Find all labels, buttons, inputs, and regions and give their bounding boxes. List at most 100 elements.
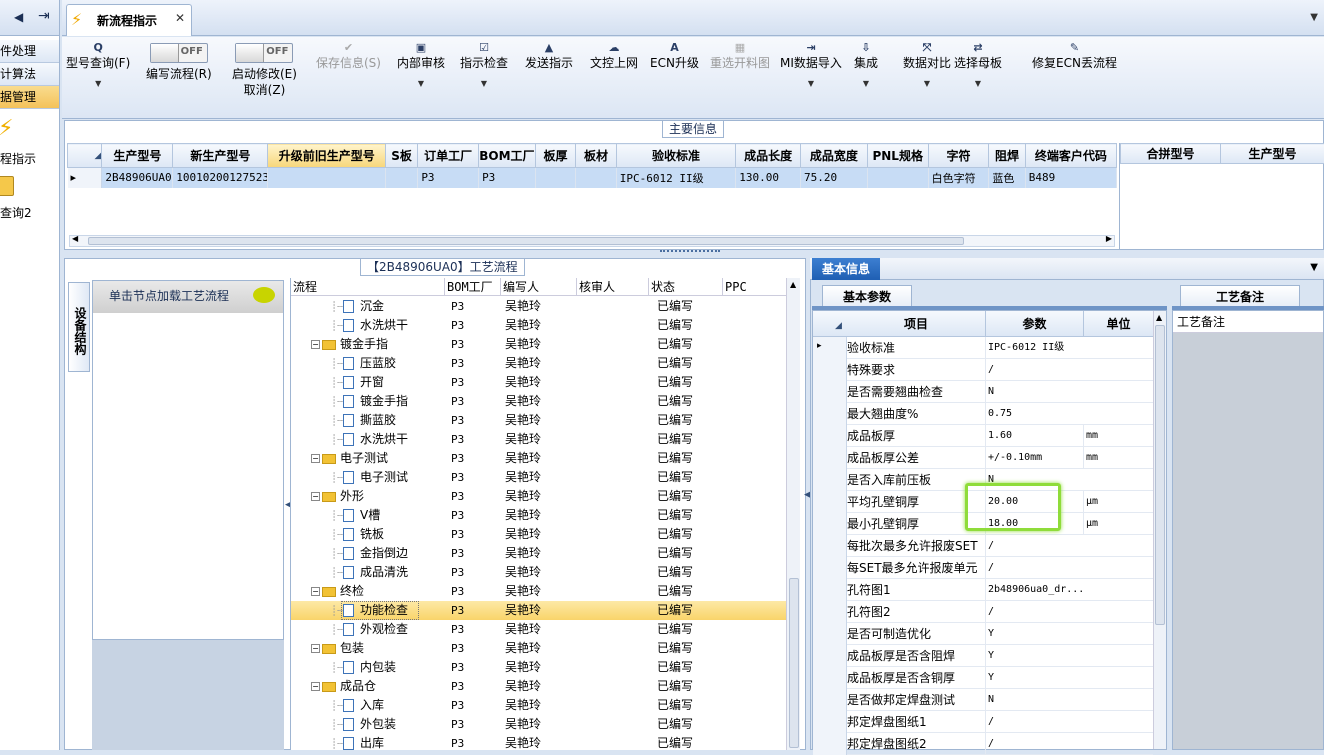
param-row[interactable]: 每批次最多允许报废SET / — [813, 535, 1153, 557]
tree-row[interactable]: ┊┄开窗 P3 吴艳玲 已编写 — [291, 373, 787, 392]
tree-row[interactable]: ┊┄铣板 P3 吴艳玲 已编写 — [291, 525, 787, 544]
main-cell-9[interactable]: 130.00 — [736, 168, 801, 188]
param-row[interactable]: 是否需要翘曲检查 N — [813, 381, 1153, 403]
tree-node[interactable]: ┊┄金指倒边 — [331, 544, 408, 563]
param-value[interactable]: Y — [985, 645, 1083, 667]
tree-col-4[interactable]: 状态 — [649, 278, 723, 296]
toolbar-button-10[interactable]: ⇥MI数据导入▼ — [780, 37, 842, 88]
tree-row[interactable]: −成品仓 P3 吴艳玲 已编写 — [291, 677, 787, 696]
tree-row[interactable]: ┊┄成品清洗 P3 吴艳玲 已编写 — [291, 563, 787, 582]
scroll-thumb[interactable] — [1155, 325, 1165, 625]
toolbar-button-6[interactable]: ▲发送指示 — [525, 37, 573, 71]
tree-row[interactable]: ┊┄压蓝胶 P3 吴艳玲 已编写 — [291, 354, 787, 373]
main-cell-14[interactable]: B489 — [1025, 168, 1116, 188]
tab-process-notes[interactable]: 工艺备注 — [1180, 285, 1300, 307]
main-col-4[interactable]: 订单工厂 — [418, 144, 479, 168]
tab-basic-params[interactable]: 基本参数 — [822, 285, 912, 307]
main-col-14[interactable]: 终端客户代码 — [1025, 144, 1116, 168]
pin-icon[interactable]: ⇥ — [38, 8, 50, 24]
main-col-1[interactable]: 新生产型号 — [173, 144, 268, 168]
collapse-icon[interactable]: − — [311, 454, 320, 463]
toolbar-button-8[interactable]: AECN升级 — [650, 37, 699, 71]
main-data-row[interactable]: ▸ 2B48906UA010010200127523P3P3IPC-6012 I… — [68, 168, 1117, 188]
tree-row[interactable]: ┊┄水洗烘干 P3 吴艳玲 已编写 — [291, 316, 787, 335]
scroll-thumb[interactable] — [88, 237, 964, 245]
tree-node[interactable]: ┊┄压蓝胶 — [331, 354, 396, 373]
tree-row[interactable]: −终检 P3 吴艳玲 已编写 — [291, 582, 787, 601]
tree-row[interactable]: −镀金手指 P3 吴艳玲 已编写 — [291, 335, 787, 354]
main-cell-7[interactable] — [576, 168, 617, 188]
nav-link-query[interactable]: 查询2 — [0, 204, 32, 221]
tree-node[interactable]: ┊┄开窗 — [331, 373, 384, 392]
main-col-12[interactable]: 字符 — [928, 144, 989, 168]
main-col-7[interactable]: 板材 — [576, 144, 617, 168]
tree-row[interactable]: −外形 P3 吴艳玲 已编写 — [291, 487, 787, 506]
main-col-13[interactable]: 阻焊 — [989, 144, 1025, 168]
tree-row[interactable]: ┊┄水洗烘干 P3 吴艳玲 已编写 — [291, 430, 787, 449]
main-cell-4[interactable]: P3 — [418, 168, 479, 188]
tree-col-0[interactable]: 流程 — [291, 278, 445, 296]
toolbar-button-11[interactable]: ⇩集成▼ — [854, 37, 878, 88]
tree-node[interactable]: −镀金手指 — [311, 335, 388, 354]
main-col-2[interactable]: 升级前旧生产型号 — [268, 144, 385, 168]
tab-device-structure[interactable]: 设备结构 — [68, 282, 90, 372]
tree-node[interactable]: ┊┄外包装 — [331, 715, 396, 734]
toolbar-button-0[interactable]: Q型号查询(F)▼ — [66, 37, 130, 88]
param-value[interactable]: 1.60 — [985, 425, 1083, 447]
tree-row[interactable]: ┊┄镀金手指 P3 吴艳玲 已编写 — [291, 392, 787, 411]
tree-row[interactable]: −电子测试 P3 吴艳玲 已编写 — [291, 449, 787, 468]
tree-node[interactable]: −外形 — [311, 487, 364, 506]
lightning-icon[interactable]: ⚡ — [0, 116, 13, 141]
param-value[interactable]: / — [985, 557, 1083, 579]
tab-basic-info[interactable]: 基本信息 — [812, 258, 880, 280]
nav-item-1[interactable]: 计算法 — [0, 63, 59, 86]
param-value[interactable]: / — [985, 711, 1083, 733]
param-value[interactable]: / — [985, 601, 1083, 623]
tab-new-flow[interactable]: ⚡ 新流程指示 ✕ — [66, 4, 192, 36]
tree-row[interactable]: ┊┄内包装 P3 吴艳玲 已编写 — [291, 658, 787, 677]
toolbar-button-7[interactable]: ☁文控上网 — [590, 37, 638, 71]
param-row[interactable]: 孔符图1 2b48906ua0_dr... — [813, 579, 1153, 601]
toggle-switch[interactable]: OFF — [150, 43, 208, 63]
param-row[interactable]: 是否做邦定焊盘测试 N — [813, 689, 1153, 711]
main-col-0[interactable]: 生产型号 — [102, 144, 173, 168]
tree-node[interactable]: ┊┄水洗烘干 — [331, 316, 408, 335]
toolbar-button-14[interactable]: ✎修复ECN丢流程 — [1032, 37, 1117, 71]
close-icon[interactable]: ✕ — [175, 11, 185, 25]
param-row[interactable]: 成品板厚是否含铜厚 Y — [813, 667, 1153, 689]
toolbar-button-12[interactable]: ⤧数据对比▼ — [903, 37, 951, 88]
param-value[interactable]: Y — [985, 623, 1083, 645]
main-col-10[interactable]: 成品宽度 — [801, 144, 868, 168]
folder-search-icon[interactable] — [0, 176, 14, 196]
param-value[interactable]: N — [985, 381, 1083, 403]
main-col-3[interactable]: S板 — [385, 144, 417, 168]
param-value[interactable]: IPC-6012 II级 — [985, 337, 1083, 359]
tree-row[interactable]: ┊┄外观检查 P3 吴艳玲 已编写 — [291, 620, 787, 639]
dropdown-icon[interactable]: ▼ — [1310, 262, 1318, 273]
toolbar-button-3[interactable]: ✔保存信息(S) — [316, 37, 381, 71]
tree-node[interactable]: −终检 — [311, 582, 364, 601]
tree-row[interactable]: ┊┄出库 P3 吴艳玲 已编写 — [291, 734, 787, 753]
splitter-handle[interactable] — [660, 250, 720, 256]
main-cell-10[interactable]: 75.20 — [801, 168, 868, 188]
scroll-left-icon[interactable]: ◀ — [72, 234, 78, 243]
param-value[interactable]: +/-0.10mm — [985, 447, 1083, 469]
toolbar-button-4[interactable]: ▣内部审核▼ — [397, 37, 445, 88]
collapse-icon[interactable]: − — [311, 587, 320, 596]
main-cell-11[interactable] — [867, 168, 928, 188]
param-row[interactable]: 最大翘曲度% 0.75 — [813, 403, 1153, 425]
main-col-11[interactable]: PNL规格 — [867, 144, 928, 168]
toolbar-button-1[interactable]: OFF编写流程(R) — [146, 37, 212, 82]
tree-node[interactable]: ┊┄铣板 — [331, 525, 384, 544]
scroll-up-icon[interactable]: ▲ — [1156, 313, 1162, 322]
tree-node[interactable]: ┊┄电子测试 — [331, 468, 408, 487]
tree-row[interactable]: ┊┄电子测试 P3 吴艳玲 已编写 — [291, 468, 787, 487]
tree-col-1[interactable]: BOM工厂 — [445, 278, 501, 296]
param-row[interactable]: 邦定焊盘图纸2 / — [813, 733, 1153, 755]
nav-item-0[interactable]: 件处理 — [0, 40, 59, 63]
tree-col-3[interactable]: 核审人 — [577, 278, 649, 296]
main-col-8[interactable]: 验收标准 — [616, 144, 735, 168]
main-cell-5[interactable]: P3 — [479, 168, 536, 188]
main-hscrollbar[interactable]: ◀ ▶ — [69, 235, 1115, 247]
toolbar-button-2[interactable]: OFF启动修改(E)取消(Z) — [232, 37, 297, 98]
